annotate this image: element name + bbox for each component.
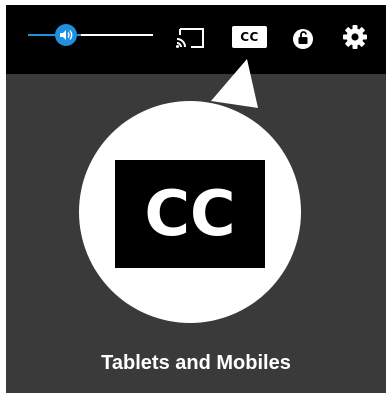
closed-captions-logo: CC — [115, 160, 265, 268]
device-caption: Tablets and Mobiles — [101, 352, 291, 374]
player-frame: CC CC Tablets and Mobiles — [6, 5, 386, 393]
